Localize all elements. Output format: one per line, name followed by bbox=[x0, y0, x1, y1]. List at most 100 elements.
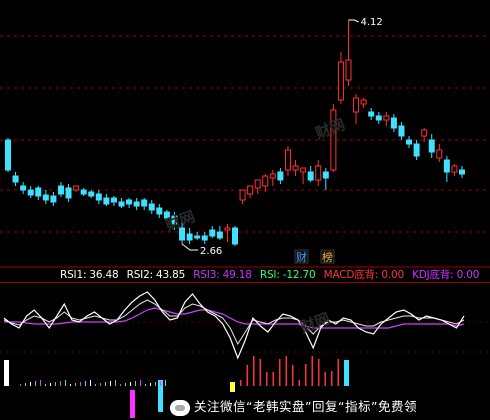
histogram-bar bbox=[70, 384, 71, 386]
candle-body bbox=[428, 139, 435, 153]
histogram-bar bbox=[240, 380, 242, 386]
candle bbox=[292, 160, 299, 176]
candle bbox=[262, 174, 269, 192]
candle-body bbox=[451, 165, 458, 173]
candle bbox=[224, 224, 231, 242]
candle-body bbox=[27, 189, 34, 196]
candle-body bbox=[148, 203, 155, 211]
candle-body bbox=[368, 111, 375, 117]
candle bbox=[398, 122, 405, 140]
histogram-bar bbox=[337, 359, 339, 386]
candle bbox=[110, 196, 117, 206]
histogram-bar bbox=[155, 382, 156, 386]
histogram-bar bbox=[35, 381, 36, 386]
histogram-bar bbox=[90, 380, 91, 386]
watermark-text: 回复 bbox=[311, 399, 338, 414]
candle-body bbox=[194, 235, 201, 239]
candle bbox=[216, 226, 223, 240]
candle bbox=[88, 190, 95, 198]
candle bbox=[194, 232, 201, 240]
histogram-bar bbox=[110, 381, 111, 386]
histogram-bar bbox=[105, 382, 106, 386]
candle bbox=[27, 186, 34, 198]
histogram-bar bbox=[311, 356, 313, 386]
candle-body bbox=[5, 139, 11, 171]
candle-body bbox=[209, 229, 216, 237]
histogram-bar bbox=[165, 380, 166, 386]
candle bbox=[118, 198, 125, 208]
candle-body bbox=[118, 201, 125, 207]
candle-body bbox=[300, 167, 307, 173]
candle-body bbox=[262, 175, 269, 187]
legend-macd-divergence: MACD底背: 0.00 bbox=[323, 269, 405, 281]
legend-rsi3: RSI3: 49.18 bbox=[193, 269, 252, 281]
candle bbox=[12, 172, 19, 186]
signal-bar bbox=[130, 390, 135, 418]
histogram-bar bbox=[292, 365, 294, 386]
histogram-bar bbox=[50, 383, 51, 386]
candle-body bbox=[406, 139, 413, 145]
candle bbox=[57, 182, 64, 197]
candle bbox=[50, 192, 57, 206]
candle bbox=[254, 179, 261, 194]
signal-bar bbox=[4, 360, 9, 386]
histogram-bar bbox=[331, 371, 333, 386]
histogram-bar bbox=[253, 356, 255, 386]
candle-body bbox=[42, 194, 49, 201]
candle bbox=[345, 20, 352, 86]
candle-body bbox=[201, 235, 208, 241]
candle-body bbox=[103, 197, 110, 205]
candle bbox=[443, 156, 450, 182]
candle-body bbox=[88, 191, 95, 197]
histogram-bar bbox=[324, 372, 326, 386]
candle-body bbox=[110, 197, 117, 203]
candle-body bbox=[133, 201, 140, 207]
candle-body bbox=[375, 115, 382, 121]
candle-body bbox=[345, 59, 352, 81]
watermark-text: 免费领 bbox=[377, 399, 417, 414]
histogram-bar bbox=[145, 384, 146, 386]
candle-body bbox=[390, 117, 397, 129]
watermark-text: 关注微信 bbox=[194, 399, 247, 414]
candle bbox=[73, 185, 80, 192]
histogram-bar bbox=[160, 381, 161, 386]
candle-body bbox=[126, 199, 133, 205]
candle bbox=[315, 160, 322, 186]
histogram-bar bbox=[20, 384, 21, 386]
candle-body bbox=[247, 185, 254, 195]
legend-kdj-divergence: KDJ底背: 0.00 bbox=[412, 269, 480, 281]
candle bbox=[42, 190, 49, 204]
histogram-bar bbox=[285, 356, 287, 386]
candle-body bbox=[50, 195, 57, 203]
histogram-bar bbox=[40, 380, 41, 386]
candle-body bbox=[360, 99, 367, 105]
event-tag: 榜 bbox=[322, 250, 333, 264]
candle bbox=[65, 184, 72, 202]
candle-body bbox=[95, 193, 102, 201]
histogram-bar bbox=[75, 383, 76, 386]
histogram-bar bbox=[259, 359, 261, 386]
histogram-bar bbox=[65, 380, 66, 386]
histogram-bar bbox=[55, 382, 56, 386]
candle bbox=[428, 134, 435, 158]
candle-body bbox=[269, 173, 276, 179]
candle-body bbox=[57, 185, 64, 195]
candle bbox=[337, 52, 344, 104]
candle-body bbox=[12, 175, 19, 183]
histogram-bar bbox=[130, 382, 131, 386]
candle-body bbox=[307, 171, 314, 181]
candle bbox=[201, 232, 208, 244]
candle-body bbox=[353, 97, 360, 113]
candle-body bbox=[315, 165, 322, 181]
histogram-bar bbox=[318, 359, 320, 386]
histogram-bar bbox=[25, 383, 26, 386]
candle bbox=[103, 194, 110, 206]
candle bbox=[451, 164, 458, 176]
histogram-bar bbox=[95, 384, 96, 386]
candle-body bbox=[254, 179, 261, 189]
histogram-bar bbox=[85, 381, 86, 386]
candle-body bbox=[65, 187, 72, 199]
histogram-bar bbox=[135, 381, 136, 386]
candle-body bbox=[292, 165, 299, 171]
histogram-bar bbox=[150, 383, 151, 386]
